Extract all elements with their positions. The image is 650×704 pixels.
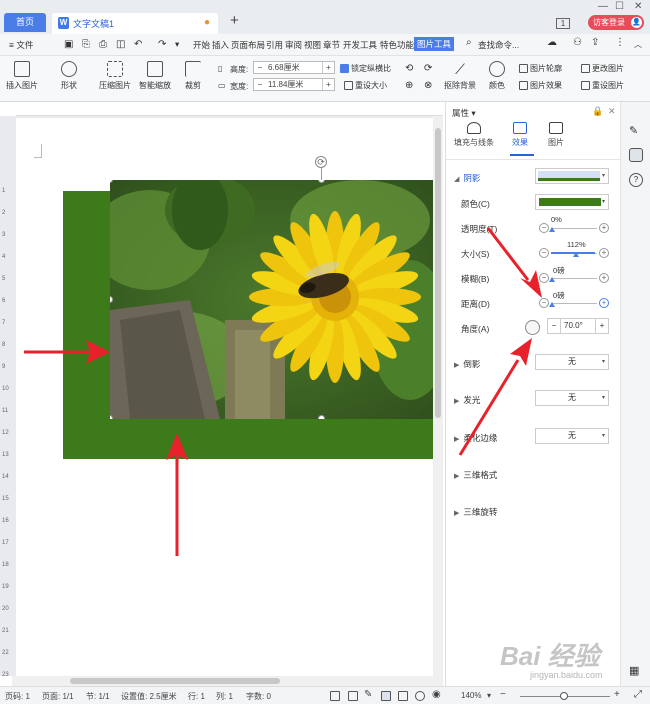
page-view-icon[interactable] <box>381 691 391 701</box>
watermark-subtext: jingyan.baidu.com <box>530 670 603 680</box>
status-pages: 页面: 1/1 <box>42 692 74 701</box>
status-row: 行: 1 <box>188 692 205 701</box>
outline-view-icon[interactable] <box>398 691 408 701</box>
annotation-arrows <box>24 227 542 556</box>
eye-protection-icon[interactable]: ◉ <box>432 690 442 701</box>
focus-mode-icon[interactable] <box>330 691 340 701</box>
status-col: 列: 1 <box>216 692 233 701</box>
zoom-out-button[interactable]: − <box>500 689 506 700</box>
watermark-text: Bai 经验 <box>500 641 600 671</box>
baidu-watermark: Bai 经验 jingyan.baidu.com <box>500 636 603 680</box>
status-page[interactable]: 页码: 1 <box>5 691 30 702</box>
zoom-slider-knob[interactable] <box>560 692 568 700</box>
arrow-up-icon <box>166 433 188 556</box>
status-words[interactable]: 字数: 0 <box>246 691 271 702</box>
status-setting: 设置值: 2.5厘米 <box>121 692 177 701</box>
zoom-dropdown-icon[interactable]: ▾ <box>487 691 491 700</box>
zoom-level[interactable]: 140% <box>461 691 481 700</box>
zoom-in-button[interactable]: + <box>614 689 620 700</box>
fit-window-icon[interactable]: ⤢ <box>634 689 642 700</box>
pen-mode-icon[interactable]: ✎ <box>364 690 374 701</box>
arrow-angle-icon <box>458 338 532 456</box>
arrow-distance-icon <box>486 227 542 298</box>
status-bar: 页码: 1 页面: 1/1 节: 1/1 设置值: 2.5厘米 行: 1 列: … <box>0 686 650 704</box>
status-section: 节: 1/1 <box>86 692 110 701</box>
arrow-left-icon <box>24 340 110 364</box>
read-mode-icon[interactable] <box>348 691 358 701</box>
web-view-icon[interactable] <box>415 691 425 701</box>
